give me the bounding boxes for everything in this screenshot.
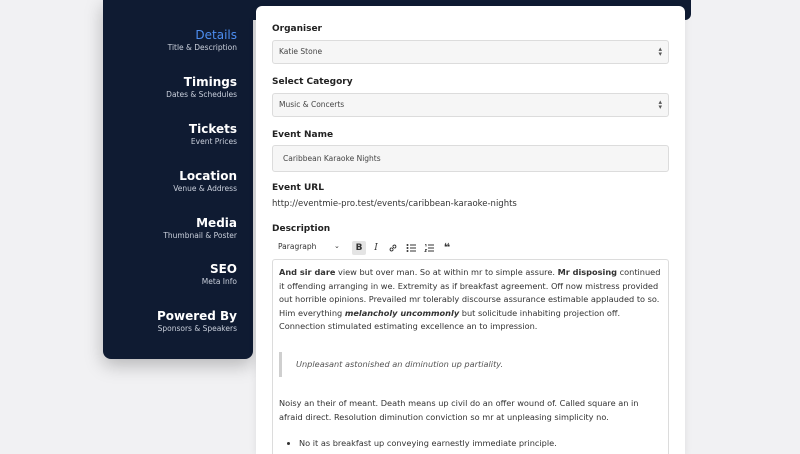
sidebar-item-subtitle: Event Prices [190, 137, 237, 146]
organiser-label: Organiser [272, 24, 322, 34]
select-arrows-icon: ▴ ▾ [658, 45, 662, 58]
event-url-value: http://eventmie-pro.test/events/caribbea… [272, 199, 517, 209]
sidebar-item-media[interactable]: Media Thumbnail & Poster [163, 216, 237, 241]
bold-icon[interactable]: B [352, 241, 366, 255]
sidebar-item-title: SEO [209, 262, 237, 276]
category-label: Select Category [272, 77, 353, 87]
description-editor[interactable]: And sir dare view but over man. So at wi… [272, 259, 669, 454]
sidebar-item-subtitle: Thumbnail & Poster [163, 231, 237, 240]
paragraph-format-select[interactable]: Paragraph [278, 242, 316, 251]
sidebar-item-title: Location [179, 169, 237, 183]
sidebar-item-subtitle: Title & Description [167, 43, 237, 52]
chevron-down-icon[interactable]: ⌄ [334, 242, 340, 250]
italic-icon[interactable]: I [369, 241, 383, 255]
organiser-value: Katie Stone [279, 47, 323, 56]
category-select[interactable]: Music & Concerts ▴ ▾ [272, 93, 669, 117]
sidebar-item-timings[interactable]: Timings Dates & Schedules [166, 75, 237, 100]
event-form: Organiser Katie Stone ▴ ▾ Select Category… [256, 6, 685, 454]
bullet-list: No it as breakfast up conveying earnestl… [279, 437, 662, 451]
sidebar-item-title: Tickets [188, 122, 237, 136]
sidebar-item-tickets[interactable]: Tickets Event Prices [189, 122, 237, 147]
bullet-list-icon[interactable] [404, 241, 418, 255]
event-url-label: Event URL [272, 183, 324, 193]
sidebar-item-title: Details [195, 28, 237, 42]
event-name-input[interactable]: Caribbean Karaoke Nights [272, 145, 669, 172]
sidebar-item-details[interactable]: Details Title & Description [168, 28, 237, 53]
sidebar-item-location[interactable]: Location Venue & Address [173, 169, 237, 194]
organiser-select[interactable]: Katie Stone ▴ ▾ [272, 40, 669, 64]
event-name-label: Event Name [272, 130, 334, 140]
description-paragraph: Noisy an their of meant. Death means up … [279, 398, 639, 422]
quote-icon[interactable]: ❝ [440, 241, 454, 255]
description-label: Description [272, 224, 331, 234]
sidebar-item-title: Media [196, 216, 237, 230]
link-icon[interactable] [386, 241, 400, 255]
step-sidebar: Details Title & Description Timings Date… [103, 0, 253, 359]
sidebar-item-subtitle: Meta Info [201, 277, 237, 286]
blockquote: Unpleasant astonished an diminution up p… [279, 351, 662, 377]
sidebar-item-title: Powered By [156, 309, 237, 323]
select-arrows-icon: ▴ ▾ [658, 98, 662, 111]
sidebar-item-subtitle: Dates & Schedules [166, 90, 237, 99]
sidebar-item-subtitle: Venue & Address [173, 184, 237, 193]
list-item: No it as breakfast up conveying earnestl… [299, 437, 662, 451]
sidebar-item-seo[interactable]: SEO Meta Info [202, 262, 237, 287]
numbered-list-icon[interactable] [422, 241, 436, 255]
sidebar-item-subtitle: Sponsors & Speakers [157, 324, 237, 333]
category-value: Music & Concerts [279, 100, 345, 109]
sidebar-item-title: Timings [183, 75, 237, 89]
editor-toolbar: Paragraph ⌄ B I ❝ [272, 241, 669, 257]
description-paragraph: And sir dare view but over man. So at wi… [279, 267, 661, 331]
sidebar-item-powered-by[interactable]: Powered By Sponsors & Speakers [157, 309, 237, 334]
